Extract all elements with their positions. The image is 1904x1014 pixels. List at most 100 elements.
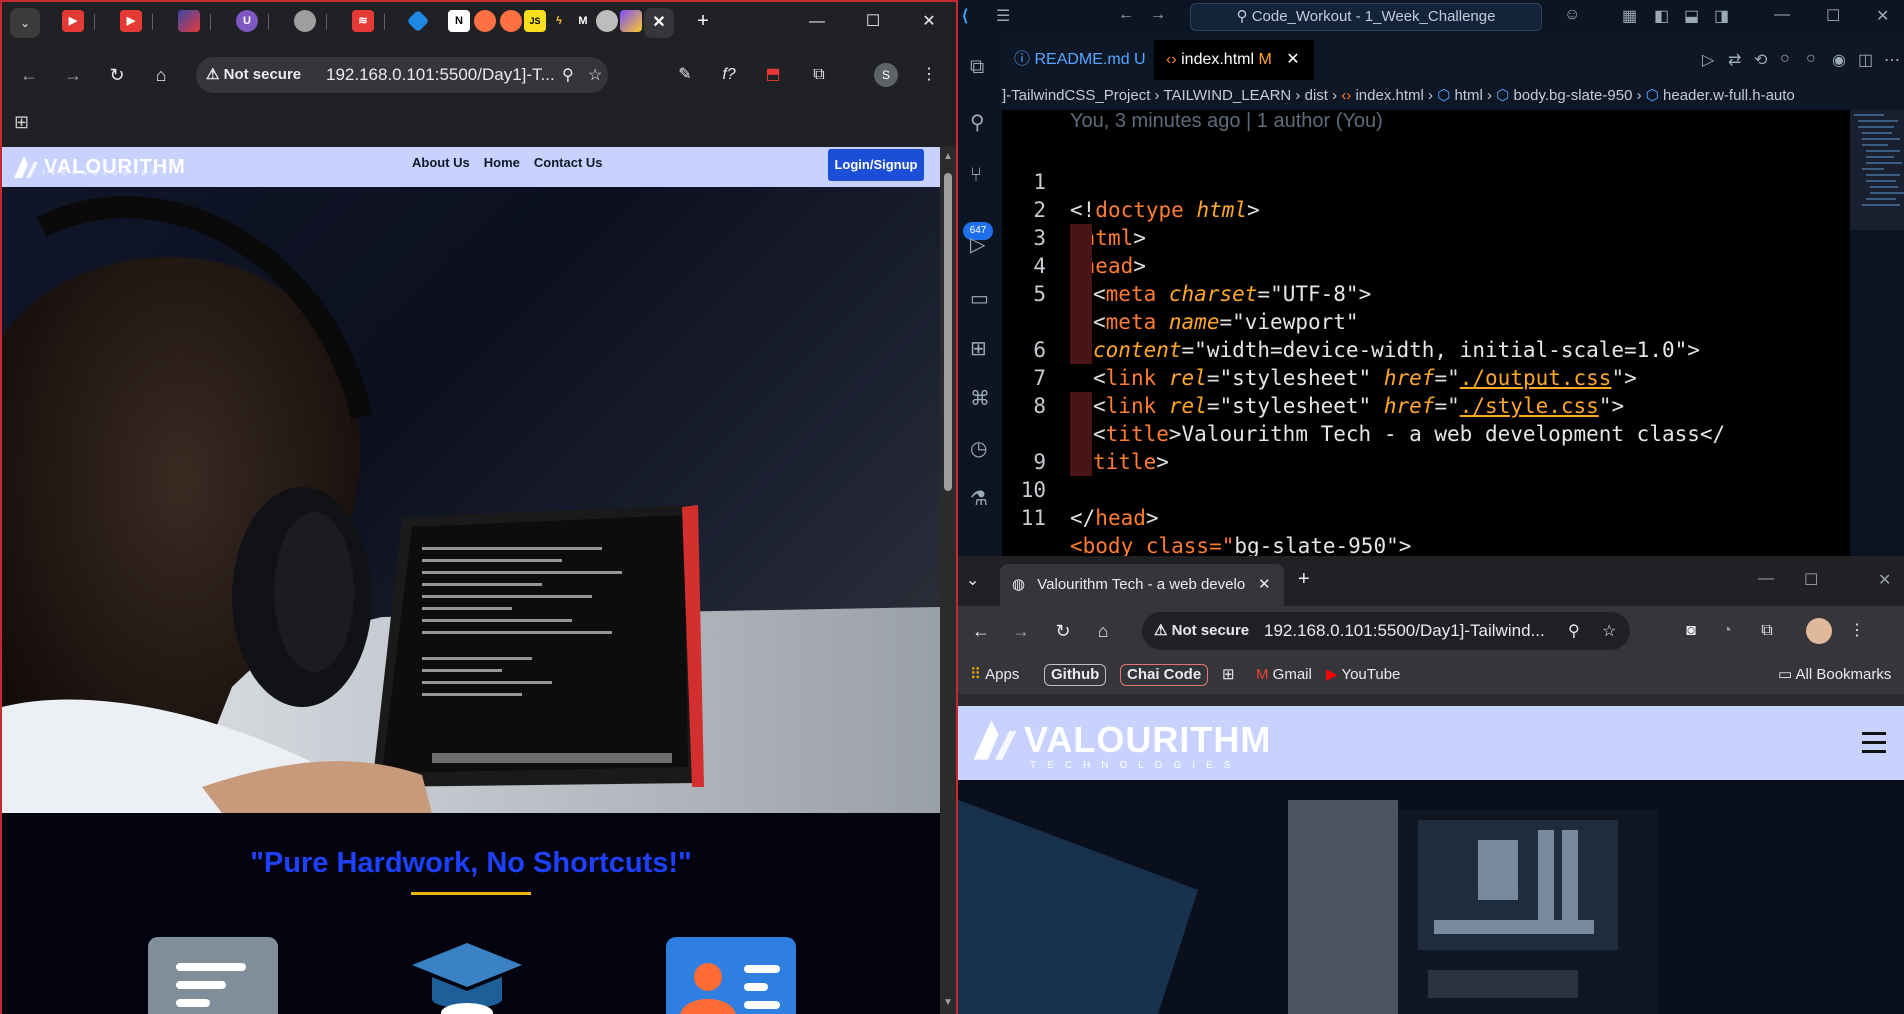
forward-arrow-icon[interactable]: → [1150,6,1166,24]
breadcrumb-item[interactable]: dist [1305,87,1328,104]
chrome-icon[interactable] [596,10,618,32]
chrome-icon[interactable] [294,10,316,32]
scrollbar-thumb[interactable] [944,173,952,491]
nav-about-us[interactable]: About Us [412,155,470,170]
bookmark-youtube[interactable]: ▶ YouTube [1326,664,1400,686]
menu-icon[interactable]: ☰ [996,6,1010,26]
app-icon[interactable] [406,9,430,33]
git-lens-icon[interactable]: ◉ [1832,50,1846,70]
js-icon[interactable]: JS [524,10,546,32]
apps-grid-icon[interactable]: ⊞ [14,112,34,132]
git-graph-icon[interactable]: ◷ [970,436,987,461]
not-secure-label[interactable]: ⚠ Not secure [206,65,301,83]
bookmark-star-icon[interactable]: ☆ [1602,621,1616,641]
menu-kebab-icon[interactable]: ⋮ [916,62,942,88]
profile-avatar[interactable]: S [874,63,898,87]
extensions-icon[interactable]: ⧉ [806,62,832,88]
command-center-search[interactable]: ⚲ Code_Workout - 1_Week_Challenge [1190,3,1542,31]
compare-icon[interactable]: ⇄ [1728,50,1741,70]
todoist-icon[interactable]: ≋ [352,10,374,32]
tab-close-icon[interactable]: ✕ [1258,564,1271,606]
minimize-icon[interactable]: — [792,2,842,42]
minimize-icon[interactable]: — [1758,570,1774,588]
reload-icon[interactable]: ↻ [1048,616,1078,646]
extensions-icon[interactable]: ⊞ [970,336,987,361]
nav-home[interactable]: Home [484,155,520,170]
back-icon[interactable]: ← [14,60,44,90]
maximize-icon[interactable]: ☐ [1826,6,1840,26]
formula-icon[interactable]: f? [716,62,742,88]
prev-change-icon[interactable]: ○ [1780,50,1790,68]
back-icon[interactable]: ← [966,616,996,646]
tab-search-button[interactable]: ⌄ [10,8,40,38]
medium-icon[interactable]: M [572,10,594,32]
camera-icon[interactable]: ◙ [1678,618,1704,644]
page-scrollbar[interactable]: ▲ ▼ [940,147,956,1014]
address-bar[interactable]: ⚠ Not secure 192.168.0.101:5500/Day1]-T.… [196,57,608,93]
new-tab-button[interactable]: + [1298,568,1310,591]
bookmark-chai-code[interactable]: Chai Code [1120,664,1209,686]
explorer-icon[interactable]: ⧉ [970,56,984,79]
profile-avatar[interactable] [1806,618,1832,644]
home-icon[interactable]: ⌂ [146,60,176,90]
bookmark-gmail[interactable]: M Gmail [1256,664,1312,686]
home-icon[interactable]: ⌂ [1088,616,1118,646]
hamburger-menu-icon[interactable] [1862,732,1886,754]
breadcrumb-item[interactable]: body.bg-slate-950 [1513,87,1632,104]
maximize-icon[interactable]: ☐ [1804,570,1818,590]
bookmark-all-bookmarks[interactable]: ▭ All Bookmarks [1778,664,1891,686]
eyedropper-icon[interactable]: ✎ [672,62,698,88]
timeline-back-icon[interactable]: ⟲ [1754,50,1767,70]
breadcrumb-item[interactable]: header.w-full.h-auto [1663,87,1795,104]
minimap[interactable] [1850,110,1904,556]
testing-icon[interactable]: ⚗ [970,486,988,511]
scroll-up-icon[interactable]: ▲ [942,151,954,163]
close-window-icon[interactable]: ✕ [1876,6,1889,26]
next-change-icon[interactable]: ○ [1806,50,1816,68]
toggle-secondary-sidebar-icon[interactable]: ◨ [1714,6,1729,26]
zoom-icon[interactable]: ⚲ [1568,621,1580,641]
pdf-icon[interactable]: ⬒ [760,62,786,88]
maximize-icon[interactable]: ☐ [848,2,898,42]
proton-icon[interactable]: U [236,10,258,32]
breadcrumb-item[interactable]: index.html [1355,87,1423,104]
tab-index-html[interactable]: ‹› index.html M ✕ [1154,40,1314,80]
close-window-icon[interactable]: ✕ [1878,570,1891,590]
tab-close-icon[interactable]: ✕ [1286,51,1299,68]
minimize-icon[interactable]: — [1774,6,1790,24]
app-icon[interactable] [178,10,200,32]
breadcrumb-item[interactable]: TAILWIND_LEARN [1163,87,1291,104]
code-editor[interactable]: You, 3 minutes ago | 1 author (You) 1 <!… [1002,110,1860,556]
notion-icon[interactable]: N [448,10,470,32]
address-bar[interactable]: ⚠ Not secure 192.168.0.101:5500/Day1]-Ta… [1142,612,1630,650]
breadcrumb-item[interactable]: html [1454,87,1482,104]
youtube-icon[interactable]: ▶ [120,10,142,32]
reload-icon[interactable]: ↻ [102,60,132,90]
extensions-icon[interactable]: ⧉ [1754,618,1780,644]
site-logo[interactable]: VALOURITHM [970,716,1271,764]
vite-icon[interactable] [620,10,642,32]
not-secure-label[interactable]: ⚠ Not secure [1154,621,1249,639]
search-icon[interactable]: ⚲ [970,110,985,135]
copilot-icon[interactable]: ☺ [1564,6,1580,24]
url-text[interactable]: 192.168.0.101:5500/Day1]-Tailwind... [1264,621,1545,641]
run-debug-icon[interactable]: ▷ [970,232,985,257]
zoom-icon[interactable]: ⚲ [562,65,574,85]
site-logo[interactable]: VALOURITHM [12,151,186,183]
app-icon[interactable] [474,10,496,32]
youtube-icon[interactable]: ▶ [62,10,84,32]
python-icon[interactable]: ⌘ [970,386,990,411]
split-editor-icon[interactable]: ◫ [1858,50,1873,70]
back-arrow-icon[interactable]: ← [1118,6,1134,24]
more-actions-icon[interactable]: ⋯ [1884,50,1900,70]
bookmark-apps[interactable]: ⠿ Apps [970,664,1019,686]
bookmark-github[interactable]: Github [1044,664,1107,686]
toggle-panel-icon[interactable]: ⬓ [1684,6,1699,26]
app-icon[interactable]: ϟ [548,10,570,32]
toggle-sidebar-icon[interactable]: ◧ [1654,6,1669,26]
remote-explorer-icon[interactable]: ▭ [970,286,989,311]
tab-readme[interactable]: ⓘ README.md U [1002,40,1146,80]
app-icon[interactable] [500,10,522,32]
bookmark-star-icon[interactable]: ☆ [588,65,602,85]
forward-icon[interactable]: → [58,60,88,90]
